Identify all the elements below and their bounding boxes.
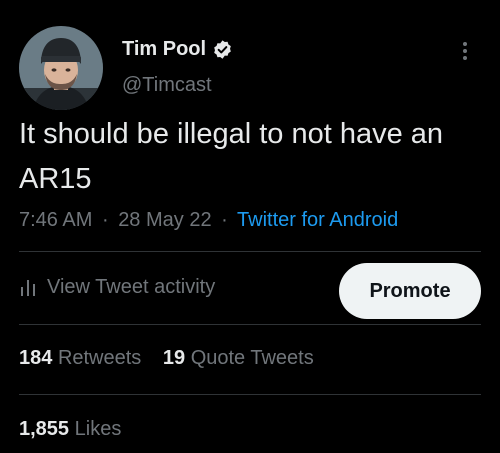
author-display-name[interactable]: Tim Pool [122, 38, 206, 61]
tweet-source-link[interactable]: Twitter for Android [237, 209, 398, 231]
promote-button[interactable]: Promote [339, 263, 481, 319]
bar-chart-icon [21, 279, 35, 296]
more-vertical-icon[interactable] [456, 40, 474, 64]
divider [19, 251, 481, 252]
quote-tweets-stat[interactable]: 19 Quote Tweets [163, 347, 314, 369]
likes-stat[interactable]: 1,855 Likes [19, 418, 121, 441]
likes-label: Likes [74, 418, 122, 440]
meta-separator: · [101, 209, 109, 231]
view-activity-label: View Tweet activity [47, 276, 216, 298]
verified-badge-icon [214, 40, 231, 59]
engagement-stats: 184 Retweets 19 Quote Tweets [19, 347, 330, 370]
divider [19, 324, 481, 325]
avatar-photo [19, 26, 103, 110]
avatar[interactable] [19, 26, 103, 110]
tweet-detail: Tim Pool @Timcast It should be illegal t… [0, 0, 500, 453]
meta-separator: · [221, 209, 228, 231]
tweet-time[interactable]: 7:46 AM [19, 209, 92, 231]
tweet-text: It should be illegal to not have an AR15 [19, 118, 444, 195]
author-handle[interactable]: @Timcast [122, 74, 212, 97]
author-name-row[interactable]: Tim Pool [122, 38, 233, 61]
tweet-meta: 7:46 AM · 28 May 22 · Twitter for Androi… [19, 209, 398, 232]
tweet-date[interactable]: 28 May 22 [118, 209, 211, 231]
retweets-label: Retweets [57, 347, 142, 369]
retweets-stat[interactable]: 184 Retweets [19, 347, 141, 369]
likes-count: 1,855 [19, 418, 70, 440]
divider [19, 394, 481, 395]
retweets-count: 184 [19, 347, 53, 369]
quote-tweets-label: Quote Tweets [190, 347, 314, 369]
view-activity-link[interactable]: View Tweet activity [19, 276, 215, 299]
quote-tweets-count: 19 [162, 347, 186, 369]
